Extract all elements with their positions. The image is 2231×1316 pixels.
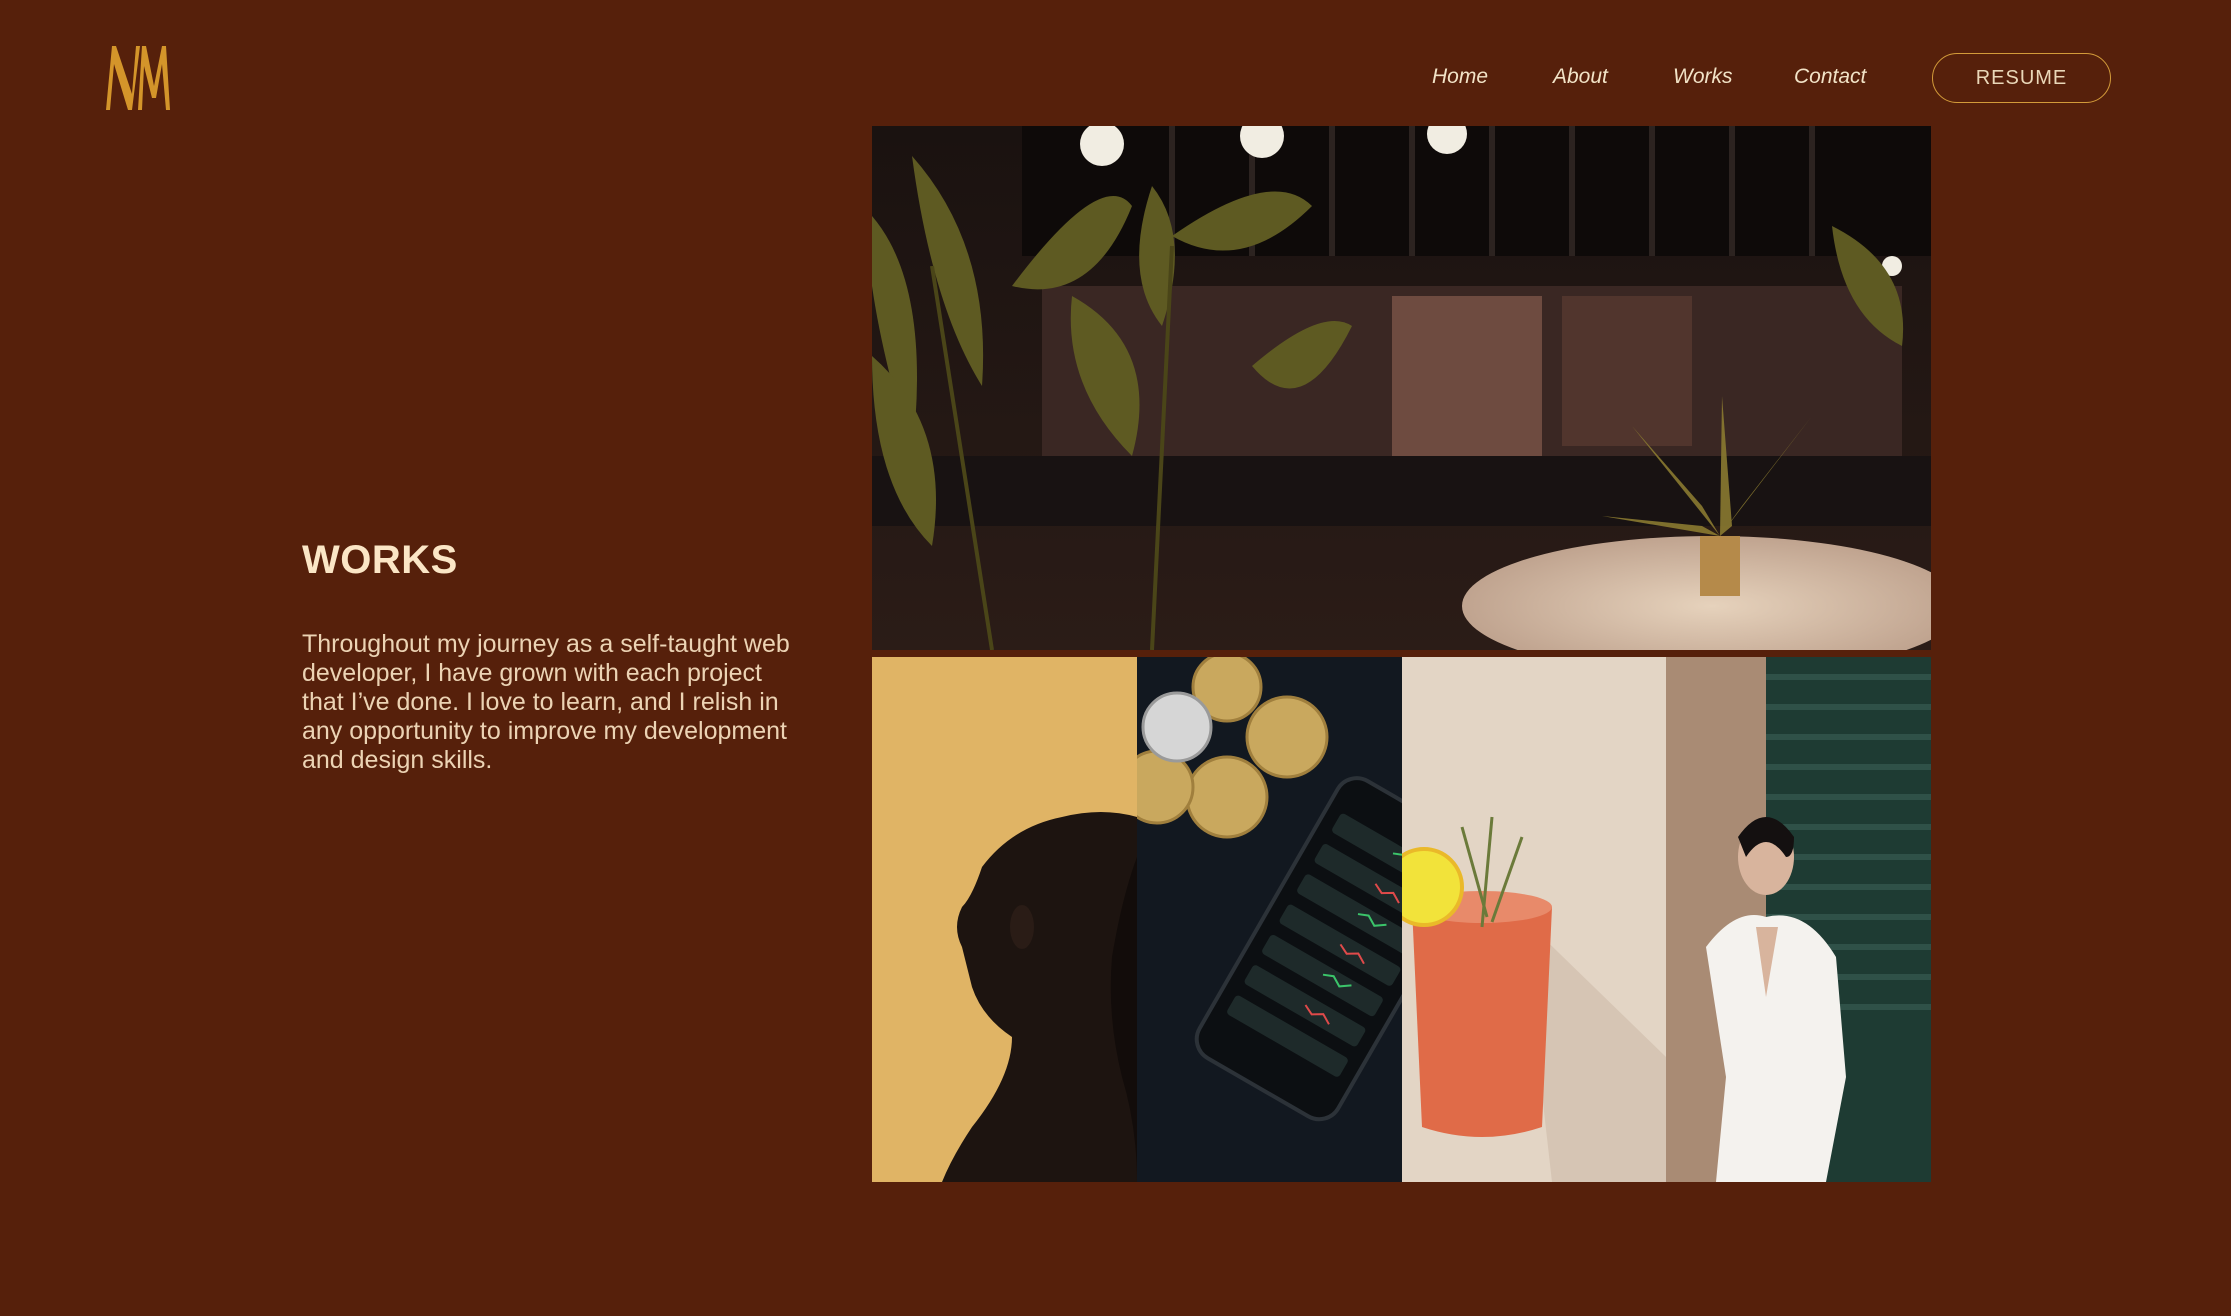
nav-works[interactable]: Works bbox=[1673, 62, 1733, 92]
works-title: WORKS bbox=[302, 538, 458, 582]
works-description: Throughout my journey as a self-taught w… bbox=[302, 630, 790, 774]
fashion-image bbox=[1666, 657, 1931, 1182]
portrait-image bbox=[872, 657, 1137, 1182]
nav-home[interactable]: Home bbox=[1432, 62, 1488, 92]
site-logo[interactable] bbox=[102, 42, 172, 112]
restaurant-image bbox=[872, 126, 1931, 650]
monogram-logo-icon bbox=[106, 46, 170, 110]
nav-contact[interactable]: Contact bbox=[1794, 62, 1866, 92]
resume-button[interactable]: RESUME bbox=[1932, 53, 2111, 103]
portrait-photo[interactable] bbox=[872, 657, 1137, 1182]
restaurant-photo[interactable] bbox=[872, 126, 1931, 650]
cocktail-image bbox=[1402, 657, 1666, 1182]
cocktail-photo[interactable] bbox=[1402, 657, 1666, 1182]
crypto-photo[interactable] bbox=[1137, 657, 1402, 1182]
nav-about[interactable]: About bbox=[1553, 62, 1608, 92]
fashion-photo[interactable] bbox=[1666, 657, 1931, 1182]
crypto-image bbox=[1137, 657, 1402, 1182]
